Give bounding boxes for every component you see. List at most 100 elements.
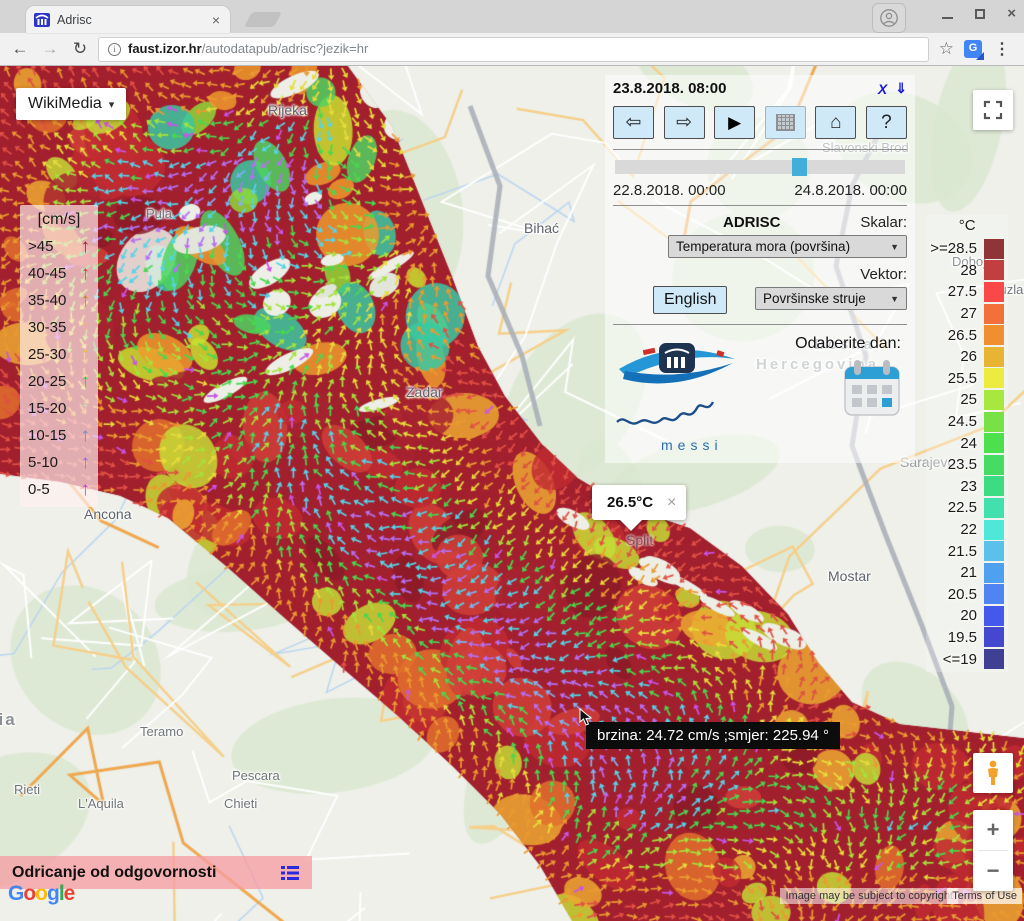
speed-arrow-icon: ↑: [81, 480, 91, 499]
time-slider[interactable]: [615, 160, 905, 174]
temp-value-label: <=19: [943, 651, 977, 668]
map-place-label: Pescara: [232, 768, 280, 783]
izor-logo: [613, 335, 741, 393]
temp-color-swatch: [984, 260, 1004, 280]
temp-value-label: 20: [960, 607, 977, 624]
temp-value-label: 22.5: [948, 499, 977, 516]
step-forward-button[interactable]: ⇨: [664, 106, 705, 139]
speed-range-label: >45: [28, 238, 53, 255]
scalar-label: Skalar:: [860, 214, 907, 231]
temperature-scale: °C >=28.52827.52726.52625.52524.52423.52…: [926, 215, 1008, 672]
speed-arrow-icon: ↑: [81, 264, 91, 283]
temp-value-label: 27.5: [948, 283, 977, 300]
time-slider-handle[interactable]: [792, 158, 807, 176]
zoom-in-button[interactable]: +: [973, 810, 1013, 850]
temp-scale-row: 23.5: [930, 454, 1004, 476]
temp-scale-row: >=28.5: [930, 238, 1004, 260]
calendar-icon[interactable]: [843, 359, 901, 419]
temp-color-swatch: [984, 239, 1004, 259]
play-button[interactable]: ▶: [714, 106, 755, 139]
zoom-out-button[interactable]: −: [973, 851, 1013, 891]
speed-range-label: 0-5: [28, 481, 50, 498]
google-logo-letter: g: [47, 882, 59, 905]
browser-tab[interactable]: Adrisc ×: [26, 6, 230, 33]
temp-scale-row: 25: [930, 389, 1004, 411]
temp-color-swatch: [984, 347, 1004, 367]
page-info-icon[interactable]: i: [108, 43, 121, 56]
window-minimize-button[interactable]: [942, 17, 953, 19]
messi-logo-wave: [613, 398, 741, 432]
map-place-label: Pula: [146, 206, 172, 221]
speed-arrow-icon: ↑: [81, 345, 91, 364]
temp-scale-row: 20.5: [930, 584, 1004, 606]
temp-color-swatch: [984, 563, 1004, 583]
temp-color-swatch: [984, 304, 1004, 324]
google-logo-letter: o: [35, 882, 47, 905]
grid-view-button[interactable]: [765, 106, 806, 139]
temp-scale-row: <=19: [930, 648, 1004, 670]
temp-scale-row: 25.5: [930, 368, 1004, 390]
window-maximize-button[interactable]: [975, 9, 985, 19]
popup-close-icon[interactable]: ×: [667, 497, 676, 509]
temp-scale-row: 27.5: [930, 281, 1004, 303]
map-place-label: Ancona: [84, 506, 131, 522]
speed-range-label: 10-15: [28, 427, 66, 444]
map-place-label: Mostar: [828, 568, 871, 584]
temp-scale-row: 26: [930, 346, 1004, 368]
pegman-button[interactable]: [973, 753, 1013, 793]
temp-color-swatch: [984, 455, 1004, 475]
temp-scale-row: 26.5: [930, 324, 1004, 346]
language-toggle-button[interactable]: English: [653, 286, 727, 314]
temp-value-label: 19.5: [948, 629, 977, 646]
url-host: faust.izor.hr: [128, 41, 202, 56]
vector-select-value: Površinske struje: [763, 291, 866, 306]
speed-arrow-icon: ↑: [81, 453, 91, 472]
temp-color-swatch: [984, 412, 1004, 432]
list-icon: [280, 865, 300, 881]
temp-color-swatch: [984, 649, 1004, 669]
temp-color-swatch: [984, 368, 1004, 388]
scalar-select[interactable]: Temperatura mora (površina) ▼: [668, 235, 907, 258]
window-close-button[interactable]: ×: [1007, 9, 1016, 19]
home-extent-button[interactable]: ⌂: [815, 106, 856, 139]
messi-logo-text: messi: [661, 437, 763, 453]
temp-color-swatch: [984, 433, 1004, 453]
map-place-label: Teramo: [140, 724, 183, 739]
temp-color-swatch: [984, 390, 1004, 410]
translate-icon[interactable]: G: [964, 40, 982, 58]
url-bar[interactable]: i faust.izor.hr/autodatapub/adrisc?jezik…: [98, 37, 929, 62]
new-tab-button[interactable]: [244, 12, 282, 27]
speed-arrow-icon: ↑: [81, 291, 91, 310]
fullscreen-button[interactable]: [973, 90, 1013, 130]
speed-range-label: 35-40: [28, 292, 66, 309]
speed-arrow-icon: ↑: [81, 372, 91, 391]
blue-x-icon[interactable]: X: [878, 81, 887, 97]
temp-color-swatch: [984, 325, 1004, 345]
map-place-label: Bihać: [524, 220, 559, 236]
profile-button[interactable]: [872, 3, 906, 33]
forward-icon[interactable]: →: [38, 39, 62, 59]
map-viewport[interactable]: RijekaPulaBihaćSlavonski BrodDobojTuzlaZ…: [0, 66, 1024, 921]
temp-value-label: 22: [960, 521, 977, 538]
map-place-label: Zadar: [406, 384, 443, 400]
browser-menu-icon[interactable]: ⋮: [988, 39, 1016, 59]
map-place-label: Rieti: [14, 782, 40, 797]
google-logo-letter: e: [64, 882, 75, 905]
back-icon[interactable]: ←: [8, 39, 32, 59]
speed-legend-row: 30-35↑: [28, 314, 90, 341]
speed-legend-row: >45↑: [28, 233, 90, 260]
temp-value-label: 23: [960, 478, 977, 495]
bookmark-star-icon[interactable]: ☆: [935, 39, 958, 59]
temp-color-swatch: [984, 520, 1004, 540]
help-button[interactable]: ?: [866, 106, 907, 139]
pegman-icon: [984, 760, 1002, 786]
reload-icon[interactable]: ↻: [68, 39, 92, 59]
step-back-button[interactable]: ⇦: [613, 106, 654, 139]
temp-value-label: >=28.5: [930, 240, 977, 257]
basemap-layer-button[interactable]: WikiMedia ▾: [16, 88, 126, 120]
google-logo: Google: [8, 882, 74, 906]
tab-close-icon[interactable]: ×: [210, 12, 222, 28]
temp-scale-row: 21: [930, 562, 1004, 584]
download-arrow-icon[interactable]: ⇓: [895, 80, 907, 97]
vector-select[interactable]: Površinske struje ▼: [755, 287, 907, 310]
